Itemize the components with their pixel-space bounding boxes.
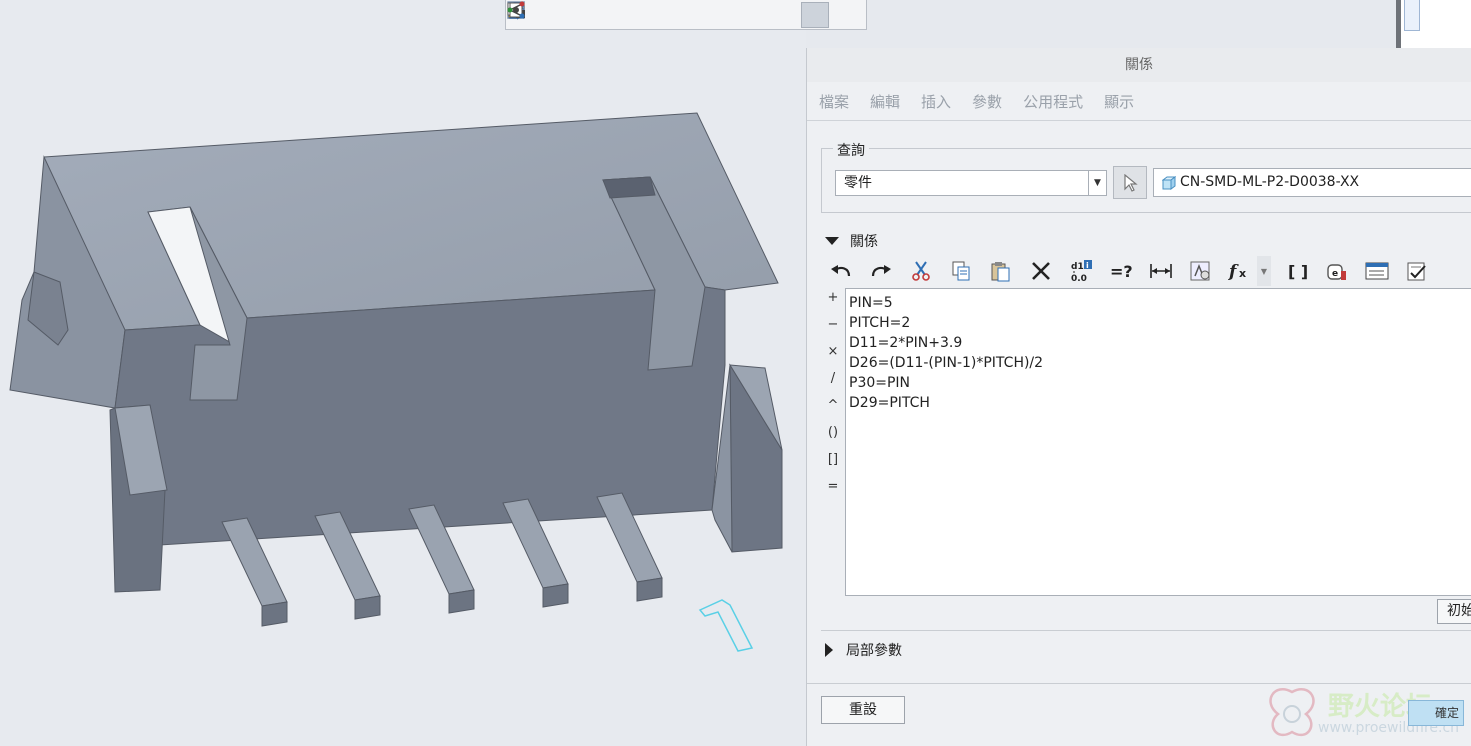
model-name-field[interactable]: CN-SMD-ML-P2-D0038-XX	[1153, 168, 1471, 197]
relation-line: D29=PITCH	[849, 395, 930, 411]
copy-icon[interactable]	[945, 256, 977, 286]
verify-relations-icon[interactable]	[1401, 256, 1433, 286]
svg-text:[ ]: [ ]	[1288, 262, 1308, 281]
relations-section-label: 關係	[850, 234, 878, 250]
cursor-arrow-icon	[1124, 173, 1138, 192]
svg-text:f: f	[1228, 262, 1239, 281]
relation-line: D11=2*PIN+3.9	[849, 335, 963, 351]
svg-text:x: x	[1239, 267, 1246, 280]
scrollbar[interactable]	[1396, 0, 1401, 48]
look-in-select[interactable]: 零件 ▼	[835, 170, 1107, 196]
watermark-logo-icon	[1269, 688, 1315, 737]
zoom-in-icon[interactable]	[508, 2, 570, 28]
panel-tab[interactable]	[1404, 0, 1420, 31]
dimension-toggle-icon[interactable]: d1 i 0.0	[1065, 256, 1097, 286]
op-minus[interactable]: −	[823, 317, 843, 344]
relation-line: P30=PIN	[849, 375, 911, 391]
menu-insert[interactable]: 插入	[921, 91, 951, 112]
view-manager-icon[interactable]	[508, 2, 732, 28]
menu-file[interactable]: 檔案	[819, 91, 849, 112]
svg-text:d1: d1	[1071, 262, 1084, 272]
function-dropdown-icon[interactable]: ▼	[1257, 256, 1271, 286]
model-name: CN-SMD-ML-P2-D0038-XX	[1180, 174, 1360, 190]
side-panel-strip	[1396, 0, 1471, 48]
slot-right-hole	[602, 176, 656, 199]
undo-icon[interactable]	[825, 256, 857, 286]
local-params-header[interactable]: 局部參數	[825, 640, 902, 660]
initial-button[interactable]: 初始	[1437, 599, 1471, 624]
unit-sensitivity-icon[interactable]: e	[1321, 256, 1353, 286]
query-label: 查詢	[833, 140, 869, 160]
select-pointer-button[interactable]	[1113, 166, 1147, 199]
dialog-menubar: 檔案 編輯 插入 參數 公用程式 顯示	[807, 82, 1471, 121]
relations-section-header[interactable]: 關係	[825, 231, 878, 251]
redo-icon[interactable]	[865, 256, 897, 286]
op-equals[interactable]: =	[823, 479, 843, 506]
svg-text:e: e	[1332, 269, 1338, 279]
local-params-label: 局部參數	[846, 643, 902, 659]
pin-one-marker	[698, 599, 754, 652]
menu-edit[interactable]: 編輯	[870, 91, 900, 112]
zoom-out-icon[interactable]	[508, 2, 603, 28]
brackets-icon[interactable]: [ ]	[1281, 256, 1313, 286]
relation-line: PITCH=2	[849, 315, 911, 331]
relation-line: PIN=5	[849, 295, 893, 311]
menu-parameters[interactable]: 參數	[972, 91, 1002, 112]
look-in-value: 零件	[844, 175, 872, 191]
graphics-viewport[interactable]: x	[0, 0, 867, 746]
view-toolbar: x	[505, 0, 867, 30]
spin-center-icon[interactable]	[509, 1, 830, 28]
reset-button[interactable]: 重設	[821, 696, 905, 724]
repaint-icon[interactable]	[507, 1, 635, 28]
datum-display-icon[interactable]: x	[508, 2, 797, 28]
display-style-icon[interactable]	[508, 2, 667, 28]
relations-dialog: 關係 檔案 編輯 插入 參數 公用程式 顯示 查詢 零件 ▼ CN-SMD-ML…	[806, 48, 1471, 746]
svg-text:i: i	[1086, 261, 1089, 270]
watermark: 野火论坛 www.proewildfire.cn 確定	[1262, 680, 1471, 746]
saved-view-icon[interactable]	[508, 1, 700, 28]
connector-model-3d[interactable]	[0, 0, 806, 746]
expand-triangle-icon	[825, 237, 839, 245]
menu-utilities[interactable]: 公用程式	[1023, 91, 1083, 112]
op-plus[interactable]: +	[823, 290, 843, 317]
relations-editor[interactable]: PIN=5 PITCH=2 D11=2*PIN+3.9 D26=(D11-(PI…	[845, 288, 1471, 596]
insert-function-icon[interactable]: fx	[1225, 256, 1257, 286]
relations-toolbar: d1 i 0.0 =? fx ▼ [ ] e	[825, 254, 1441, 288]
cut-icon[interactable]	[905, 256, 937, 286]
evaluate-icon[interactable]: =?	[1105, 256, 1137, 286]
delete-icon[interactable]	[1025, 256, 1057, 286]
op-divide[interactable]: /	[823, 371, 843, 398]
show-dimensions-icon[interactable]	[1361, 256, 1393, 286]
relation-line: D26=(D11-(PIN-1)*PITCH)/2	[849, 355, 1044, 371]
chevron-down-icon[interactable]: ▼	[1088, 171, 1106, 195]
operator-column: + − × / ^ () [] =	[823, 290, 843, 506]
op-brackets[interactable]: []	[823, 452, 843, 479]
section-divider	[821, 630, 1471, 631]
annotation-display-icon[interactable]	[507, 2, 765, 28]
op-parentheses[interactable]: ()	[823, 425, 843, 452]
svg-text:0.0: 0.0	[1071, 274, 1087, 283]
appearance-icon[interactable]	[507, 1, 862, 28]
ok-button[interactable]: 確定	[1408, 700, 1464, 726]
insert-dimension-icon[interactable]	[1145, 256, 1177, 286]
dialog-title: 關係	[807, 48, 1471, 82]
expand-triangle-icon	[825, 643, 833, 657]
op-power[interactable]: ^	[823, 398, 843, 425]
sort-relations-icon[interactable]	[1185, 256, 1217, 286]
svg-text:=?: =?	[1110, 262, 1133, 281]
op-multiply[interactable]: ×	[823, 344, 843, 371]
menu-show[interactable]: 顯示	[1104, 91, 1134, 112]
paste-icon[interactable]	[985, 256, 1017, 286]
part-cube-icon	[1162, 176, 1176, 190]
